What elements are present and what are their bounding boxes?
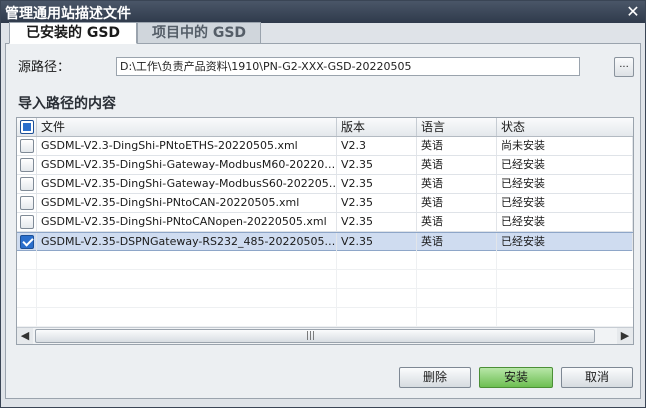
language-cell: 英语 [417,233,497,251]
column-header-language[interactable]: 语言 [417,118,497,136]
table-row[interactable]: GSDML-V2.35-DSPNGateway-RS232_485-202205… [17,232,633,251]
language-cell: 英语 [417,213,497,231]
language-cell: 英语 [417,175,497,193]
grid-line [17,251,497,270]
empty-row [17,289,633,308]
column-header-status[interactable]: 状态 [497,118,633,136]
language-cell: 英语 [417,156,497,174]
file-cell: GSDML-V2.35-DingShi-Gateway-ModbusM60-20… [37,156,337,174]
install-button[interactable]: 安装 [479,367,553,388]
select-all-cell [17,118,37,136]
checkbox-cell [17,233,37,251]
dialog-title: 管理通用站描述文件 [5,6,131,22]
version-cell: V2.3 [337,137,417,155]
table-row[interactable]: GSDML-V2.35-DingShi-PNtoCANopen-20220505… [17,213,633,232]
table-row[interactable]: GSDML-V2.35-DingShi-PNtoCAN-20220505.xml… [17,194,633,213]
file-cell: GSDML-V2.35-DSPNGateway-RS232_485-202205… [37,233,337,251]
version-cell: V2.35 [337,175,417,193]
file-cell: GSDML-V2.35-DingShi-Gateway-ModbusS60-20… [37,175,337,193]
source-path-label: 源路径： [18,60,71,75]
row-checkbox[interactable] [20,158,34,172]
scroll-grip-icon: ||| [306,331,316,341]
table-row[interactable]: GSDML-V2.35-DingShi-Gateway-ModbusS60-20… [17,175,633,194]
language-cell: 英语 [417,137,497,155]
select-all-checkbox[interactable] [20,120,34,134]
source-path-field[interactable]: D:\工作\负责产品资料\1910\PN-G2-XXX-GSD-20220505 [116,57,580,76]
version-cell: V2.35 [337,194,417,212]
close-button[interactable]: ✕ [624,3,642,21]
browse-button[interactable]: ... [614,57,634,77]
section-title: 导入路径的内容 [18,96,116,112]
row-checkbox[interactable] [20,215,34,229]
file-cell: GSDML-V2.3-DingShi-PNtoETHS-20220505.xml [37,137,337,155]
grid-line [17,270,497,289]
checkbox-cell [17,194,37,212]
status-cell: 已经安装 [497,194,633,212]
status-cell: 已经安装 [497,233,633,251]
version-cell: V2.35 [337,156,417,174]
table-row[interactable]: GSDML-V2.35-DingShi-Gateway-ModbusM60-20… [17,156,633,175]
file-cell: GSDML-V2.35-DingShi-PNtoCAN-20220505.xml [37,194,337,212]
checkbox-cell [17,137,37,155]
row-checkbox[interactable] [20,177,34,191]
checkbox-cell [17,156,37,174]
file-cell: GSDML-V2.35-DingShi-PNtoCANopen-20220505… [37,213,337,231]
row-checkbox[interactable] [20,196,34,210]
empty-row [17,270,633,289]
status-cell: 已经安装 [497,213,633,231]
table-row[interactable]: GSDML-V2.3-DingShi-PNtoETHS-20220505.xml… [17,137,633,156]
status-cell: 已经安装 [497,156,633,174]
tab-installed-gsd[interactable]: 已安装的 GSD [9,22,137,44]
language-cell: 英语 [417,194,497,212]
delete-button[interactable]: 删除 [399,367,471,388]
column-header-file[interactable]: 文件 [37,118,337,136]
grid-line [17,289,497,308]
empty-row [17,251,633,270]
empty-row [17,308,633,327]
gsd-file-table: 文件 版本 语言 状态 GSDML-V2.3-DingShi-PNtoETHS-… [16,117,634,345]
row-checkbox[interactable] [20,235,34,249]
cancel-button[interactable]: 取消 [561,367,633,388]
tab-project-gsd[interactable]: 项目中的 GSD [137,22,261,44]
manage-gsd-dialog: 管理通用站描述文件 ✕ 已安装的 GSD 项目中的 GSD 源路径： D:\工作… [0,0,646,408]
column-header-version[interactable]: 版本 [337,118,417,136]
tab-content: 源路径： D:\工作\负责产品资料\1910\PN-G2-XXX-GSD-202… [5,43,641,399]
status-cell: 已经安装 [497,175,633,193]
version-cell: V2.35 [337,233,417,251]
title-bar: 管理通用站描述文件 ✕ [1,1,645,23]
checkbox-cell [17,175,37,193]
status-cell: 尚未安装 [497,137,633,155]
scroll-right-icon[interactable]: ▶ [617,328,633,344]
horizontal-scrollbar[interactable]: ◀ ||| ▶ [17,327,633,344]
table-header: 文件 版本 语言 状态 [17,118,633,137]
version-cell: V2.35 [337,213,417,231]
checkbox-cell [17,213,37,231]
row-checkbox[interactable] [20,139,34,153]
scroll-left-icon[interactable]: ◀ [17,328,33,344]
scroll-thumb[interactable]: ||| [35,329,595,343]
grid-line [17,308,497,327]
